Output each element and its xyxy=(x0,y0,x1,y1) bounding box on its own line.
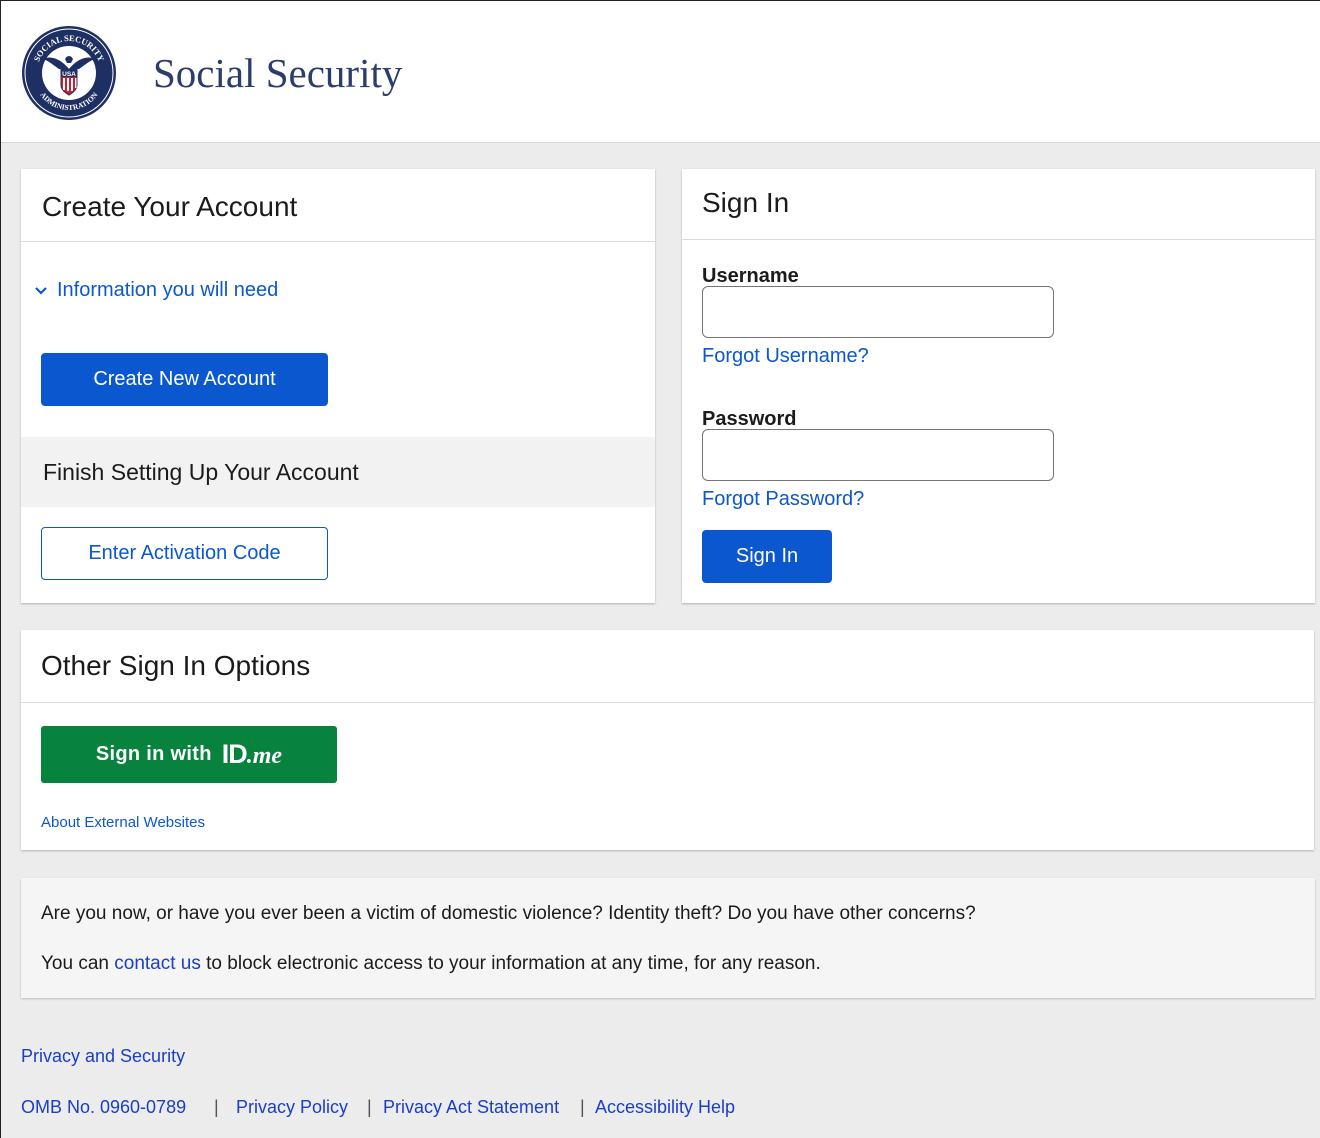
idme-logo-id: ID xyxy=(221,739,248,769)
concerns-notice: Are you now, or have you ever been a vic… xyxy=(21,878,1315,998)
idme-logo: ID .me xyxy=(222,739,282,770)
forgot-password-link[interactable]: Forgot Password? xyxy=(702,488,864,511)
privacy-and-security-link[interactable]: Privacy and Security xyxy=(21,1046,185,1067)
card-divider xyxy=(682,239,1315,240)
idme-logo-me: .me xyxy=(246,743,283,769)
notice-line-2-post: to block electronic access to your infor… xyxy=(200,953,821,974)
footer-separator: | xyxy=(367,1097,372,1117)
contact-us-link[interactable]: contact us xyxy=(114,953,201,974)
sign-in-title: Sign In xyxy=(702,187,790,218)
password-field[interactable] xyxy=(702,429,1054,481)
username-label: Username xyxy=(702,265,799,287)
other-sign-in-title: Other Sign In Options xyxy=(41,650,311,681)
info-needed-label: Information you will need xyxy=(57,279,279,301)
site-brand-title: Social Security xyxy=(153,50,403,96)
sign-in-button[interactable]: Sign In xyxy=(702,530,832,583)
footer-separator: | xyxy=(580,1097,585,1117)
ssa-seal-logo: SOCIAL SECURITY ADMINISTRATION USA xyxy=(22,26,116,120)
notice-line-2: You can contact us to block electronic a… xyxy=(41,953,821,975)
password-label: Password xyxy=(702,408,797,430)
info-needed-toggle[interactable]: Information you will need xyxy=(35,279,278,302)
create-account-card: Create Your Account Information you will… xyxy=(21,169,655,603)
card-divider xyxy=(21,702,1314,703)
about-external-websites-link[interactable]: About External Websites xyxy=(41,814,205,831)
privacy-act-statement-link[interactable]: Privacy Act Statement xyxy=(383,1097,559,1118)
create-account-title: Create Your Account xyxy=(42,191,298,222)
card-divider xyxy=(21,241,655,242)
idme-sign-in-button[interactable]: Sign in with ID .me xyxy=(41,726,337,783)
username-field[interactable] xyxy=(702,286,1054,338)
privacy-policy-link[interactable]: Privacy Policy xyxy=(236,1097,348,1118)
enter-activation-code-button[interactable]: Enter Activation Code xyxy=(41,527,328,580)
create-new-account-button[interactable]: Create New Account xyxy=(41,353,328,406)
idme-button-label: Sign in with xyxy=(95,743,212,765)
forgot-username-link[interactable]: Forgot Username? xyxy=(702,345,869,368)
omb-number: OMB No. 0960-0789 xyxy=(21,1097,187,1117)
chevron-down-icon xyxy=(35,286,47,295)
seal-shield-text: USA xyxy=(62,71,76,78)
finish-setup-title: Finish Setting Up Your Account xyxy=(43,459,359,485)
finish-setup-band: Finish Setting Up Your Account xyxy=(21,437,655,507)
site-header: SOCIAL SECURITY ADMINISTRATION USA Socia… xyxy=(1,1,1320,143)
footer-separator: | xyxy=(214,1097,219,1117)
notice-line-2-pre: You can xyxy=(41,953,115,974)
notice-line-1: Are you now, or have you ever been a vic… xyxy=(41,903,976,924)
accessibility-help-link[interactable]: Accessibility Help xyxy=(595,1097,735,1118)
sign-in-card: Sign In Username Forgot Username? Passwo… xyxy=(682,169,1315,603)
other-sign-in-card: Other Sign In Options Sign in with ID .me… xyxy=(21,630,1314,850)
